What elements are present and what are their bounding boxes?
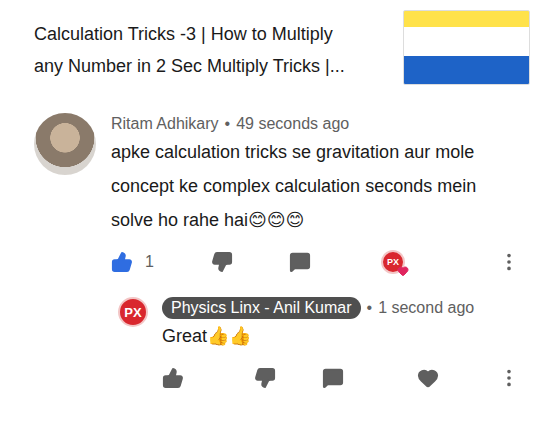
title-line: any Number in 2 Sec Multiply Tricks |...: [34, 50, 345, 82]
separator: •: [225, 115, 231, 133]
reply: PX Physics Linx - Anil Kumar • 1 second ago…: [118, 297, 530, 395]
heart-button[interactable]: [417, 367, 498, 389]
thumbs-up-icon: [111, 251, 133, 273]
like-button[interactable]: 1: [111, 251, 211, 273]
logo-text: PX: [124, 305, 141, 320]
like-button[interactable]: [162, 367, 254, 389]
more-icon: [498, 251, 520, 273]
creator-avatar: PX: [381, 250, 405, 274]
creator-name-badge[interactable]: Physics Linx - Anil Kumar: [162, 297, 361, 319]
thumbs-down-icon: [211, 251, 233, 273]
heart-icon: [417, 367, 439, 389]
author-name[interactable]: Ritam Adhikary: [111, 115, 219, 133]
comment: Ritam Adhikary • 49 seconds ago apke calcul…: [34, 113, 530, 279]
more-button[interactable]: [498, 251, 520, 273]
comment-text: apke calculation tricks se gravitation a…: [111, 135, 520, 237]
video-header: Calculation Tricks -3 | How to Multiplya…: [34, 10, 530, 85]
thumbs-down-icon: [254, 367, 276, 389]
video-title[interactable]: Calculation Tricks -3 | How to Multiplya…: [34, 10, 345, 82]
logo-text: PX: [387, 257, 399, 267]
comments-page: Calculation Tricks -3 | How to Multiplya…: [0, 0, 540, 427]
comment-time: 49 seconds ago: [236, 115, 349, 133]
like-count: 1: [145, 253, 154, 271]
reply-actions: [162, 361, 520, 395]
video-thumbnail[interactable]: [403, 10, 530, 85]
channel-avatar[interactable]: PX: [118, 297, 148, 327]
dislike-button[interactable]: [211, 251, 289, 273]
dislike-button[interactable]: [254, 367, 322, 389]
comment-actions: 1 PX: [111, 245, 520, 279]
heart-badge: [397, 265, 409, 277]
user-avatar[interactable]: [34, 113, 96, 175]
reply-text: Great👍👍: [162, 319, 520, 353]
more-button[interactable]: [498, 367, 520, 389]
creator-heart[interactable]: PX: [381, 250, 498, 274]
reply-button[interactable]: [289, 251, 381, 273]
reply-meta: Physics Linx - Anil Kumar • 1 second ago: [162, 297, 520, 319]
reply-time: 1 second ago: [378, 299, 474, 317]
separator: •: [367, 299, 373, 317]
thumbs-up-icon: [162, 367, 184, 389]
comment-icon: [322, 367, 344, 389]
heart-icon: [397, 265, 409, 277]
title-line: Calculation Tricks -3 | How to Multiply: [34, 18, 345, 50]
reply-button[interactable]: [322, 367, 417, 389]
comment-meta: Ritam Adhikary • 49 seconds ago: [111, 113, 520, 135]
comment-icon: [289, 251, 311, 273]
more-icon: [498, 367, 520, 389]
